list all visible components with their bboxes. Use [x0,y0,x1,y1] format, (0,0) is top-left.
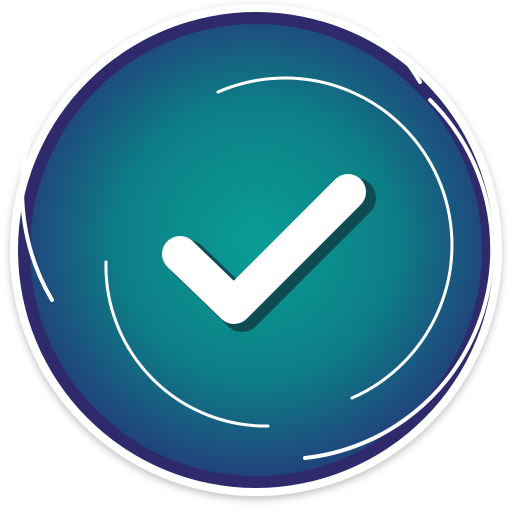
icon-canvas [0,0,512,512]
badge-inner-disc [30,24,482,476]
checkmark-badge-icon [10,0,502,496]
